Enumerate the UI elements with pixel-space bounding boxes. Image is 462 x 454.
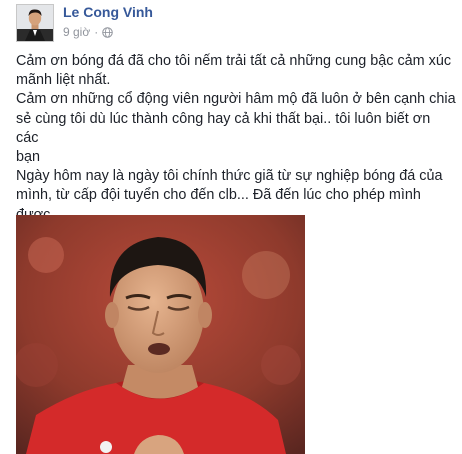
message-line: Ngày hôm nay là ngày tôi chính thức giã …: [16, 168, 443, 185]
post-timestamp[interactable]: 9 giờ: [63, 25, 90, 39]
globe-icon[interactable]: [102, 26, 113, 38]
message-line: bạn: [16, 149, 41, 166]
avatar-image: [17, 5, 53, 41]
post-meta: 9 giờ ·: [63, 25, 113, 39]
facebook-post: Le Cong Vinh 9 giờ · Cảm ơn bóng đá đã c…: [0, 0, 462, 454]
player-photo-image: [16, 215, 305, 454]
message-line: sẻ cùng tôi dù lúc thành công hay cả khi…: [16, 110, 431, 146]
message-line: Cảm ơn bóng đá đã cho tôi nếm trải tất c…: [16, 53, 452, 69]
message-line: mãnh liệt nhất.: [16, 72, 111, 89]
post-photo[interactable]: [16, 215, 305, 454]
meta-separator: ·: [94, 25, 99, 39]
message-line: Cảm ơn những cổ động viên người hâm mộ đ…: [16, 91, 456, 108]
author-avatar[interactable]: [16, 4, 54, 42]
author-name-link[interactable]: Le Cong Vinh: [63, 4, 153, 20]
